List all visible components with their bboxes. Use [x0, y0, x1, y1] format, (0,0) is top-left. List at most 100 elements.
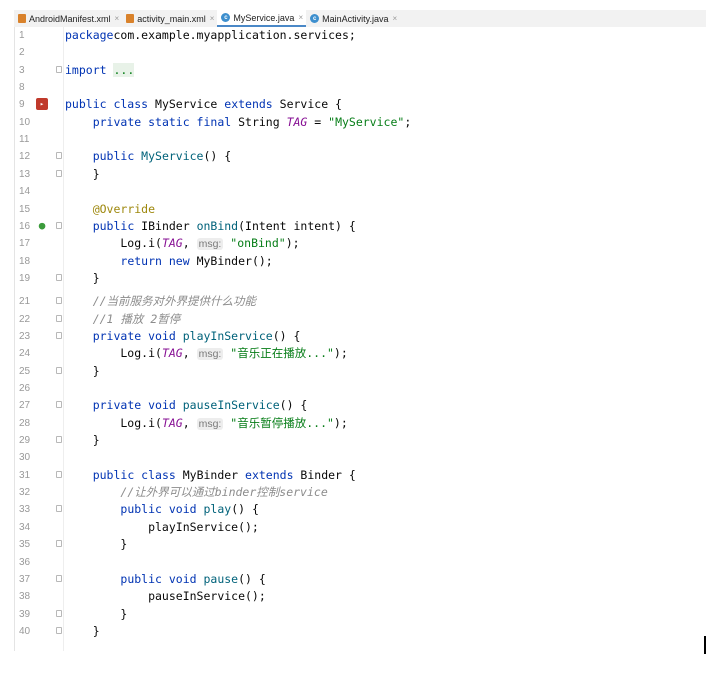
fold-marker-icon[interactable]	[56, 273, 62, 281]
code-token: );	[333, 415, 348, 430]
java-class-icon: c	[221, 13, 231, 22]
code-line[interactable]: 22 //1 播放 2暂停	[15, 311, 707, 328]
code-line[interactable]: 28 Log.i(TAG, msg: "音乐暂停播放...");	[15, 415, 707, 432]
fold-marker-icon[interactable]	[56, 574, 62, 582]
code-line[interactable]: 19 }	[15, 270, 707, 287]
fold-marker-icon[interactable]	[56, 297, 62, 305]
code-text: }	[65, 270, 100, 287]
code-line[interactable]: 37 public void pause() {	[15, 571, 707, 588]
code-line[interactable]: 15 @Override	[15, 201, 707, 218]
fold-marker-icon[interactable]	[56, 401, 62, 409]
code-line[interactable]: 26	[15, 380, 707, 397]
fold-marker-icon[interactable]	[56, 540, 62, 548]
code-line[interactable]: 9 ▸ public class MyService extends Service…	[15, 96, 707, 113]
code-token: }	[65, 606, 128, 621]
close-tab-icon[interactable]: ×	[298, 13, 303, 22]
line-number: 16	[19, 220, 31, 232]
line-number: 22	[19, 313, 31, 325]
code-line[interactable]: 31 public class MyBinder extends Binder …	[15, 467, 707, 484]
code-text: private static final String TAG = "MySer…	[65, 114, 412, 131]
code-line[interactable]: 17 Log.i(TAG, msg: "onBind");	[15, 235, 707, 252]
code-token: TAG	[161, 236, 183, 251]
code-line[interactable]: 35 }	[15, 536, 707, 553]
code-token: onBind	[196, 218, 239, 233]
code-line[interactable]: 18 return new MyBinder();	[15, 253, 707, 270]
fold-marker-icon[interactable]	[56, 152, 62, 160]
fold-marker-icon[interactable]	[56, 470, 62, 478]
code-line[interactable]: 3 import ...	[15, 62, 707, 79]
tab-myservice-java[interactable]: c MyService.java ×	[217, 10, 307, 27]
fold-marker-icon[interactable]	[56, 314, 62, 322]
line-number: 40	[19, 625, 31, 637]
close-tab-icon[interactable]: ×	[392, 14, 397, 23]
code-text: public void play() {	[65, 501, 259, 518]
code-token: public void	[120, 502, 204, 517]
code-line[interactable]: 13 }	[15, 166, 707, 183]
line-number: 18	[19, 255, 31, 267]
code-line[interactable]: 29 }	[15, 432, 707, 449]
code-line[interactable]: 23 private void playInService() {	[15, 328, 707, 345]
fold-marker-icon[interactable]	[56, 436, 62, 444]
code-token: Log.	[65, 415, 149, 430]
code-line[interactable]: 30	[15, 449, 707, 466]
close-tab-icon[interactable]: ×	[210, 14, 215, 23]
line-number: 15	[19, 203, 31, 215]
code-line[interactable]: 2	[15, 44, 707, 61]
code-line[interactable]: 11	[15, 131, 707, 148]
code-text: public class MyBinder extends Binder {	[65, 467, 356, 484]
code-token: }	[65, 270, 100, 285]
fold-marker-icon[interactable]	[56, 169, 62, 177]
code-line[interactable]: 12 public MyService() {	[15, 148, 707, 165]
code-line[interactable]: 27 private void pauseInService() {	[15, 397, 707, 414]
close-tab-icon[interactable]: ×	[115, 14, 120, 23]
code-line[interactable]: 21 //当前服务对外界提供什么功能	[15, 293, 707, 310]
code-token: }	[65, 363, 100, 378]
code-line[interactable]: 39 }	[15, 606, 707, 623]
code-line[interactable]: 10 private static final String TAG = "My…	[15, 114, 707, 131]
code-line[interactable]: 16 ● public IBinder onBind(Intent intent)…	[15, 218, 707, 235]
code-line[interactable]: 36	[15, 554, 707, 571]
code-line[interactable]: 40 }	[15, 623, 707, 640]
editor-tab-bar: AndroidManifest.xml × activity_main.xml × c M…	[14, 10, 706, 28]
code-token: TAG	[161, 415, 183, 430]
fold-marker-icon[interactable]	[56, 366, 62, 374]
code-token: () {	[272, 328, 301, 343]
fold-marker-icon[interactable]	[56, 65, 62, 73]
code-line[interactable]: 25 }	[15, 363, 707, 380]
line-number: 27	[19, 400, 31, 412]
tab-androidmanifest-xml[interactable]: AndroidManifest.xml ×	[14, 10, 122, 27]
fold-marker-icon[interactable]	[56, 505, 62, 513]
tab-activity-main-xml[interactable]: activity_main.xml ×	[122, 10, 217, 27]
code-line[interactable]: 34 playInService();	[15, 519, 707, 536]
code-line[interactable]: 32 //让外界可以通过binder控制service	[15, 484, 707, 501]
override-icon[interactable]: ●	[36, 219, 48, 232]
class-run-icon[interactable]: ▸	[36, 98, 48, 111]
fold-marker-icon[interactable]	[56, 626, 62, 634]
code-token: Log.	[65, 236, 149, 251]
code-text: public IBinder onBind(Intent intent) {	[65, 218, 356, 235]
code-text: pauseInService();	[65, 588, 266, 605]
code-token: MyService	[155, 97, 225, 112]
fold-marker-icon[interactable]	[56, 331, 62, 339]
line-number: 14	[19, 186, 31, 198]
fold-marker-icon[interactable]	[56, 609, 62, 617]
parameter-hint: msg:	[196, 348, 224, 361]
code-line[interactable]: 8	[15, 79, 707, 96]
fold-marker-icon[interactable]	[56, 221, 62, 229]
code-line[interactable]: 33 public void play() {	[15, 501, 707, 518]
line-number: 38	[19, 591, 31, 603]
code-line[interactable]: 24 Log.i(TAG, msg: "音乐正在播放...");	[15, 345, 707, 362]
tab-mainactivity-java[interactable]: c MainActivity.java ×	[306, 10, 400, 27]
code-text: public class MyService extends Service {	[65, 96, 342, 113]
code-line[interactable]: 14	[15, 183, 707, 200]
code-line[interactable]: 38 pauseInService();	[15, 588, 707, 605]
code-text: playInService();	[65, 519, 259, 536]
code-editor[interactable]: 1 packagecom.example.myapplication.servic…	[14, 27, 707, 651]
code-line[interactable]: 1 packagecom.example.myapplication.servic…	[15, 27, 707, 44]
line-number: 10	[19, 116, 31, 128]
